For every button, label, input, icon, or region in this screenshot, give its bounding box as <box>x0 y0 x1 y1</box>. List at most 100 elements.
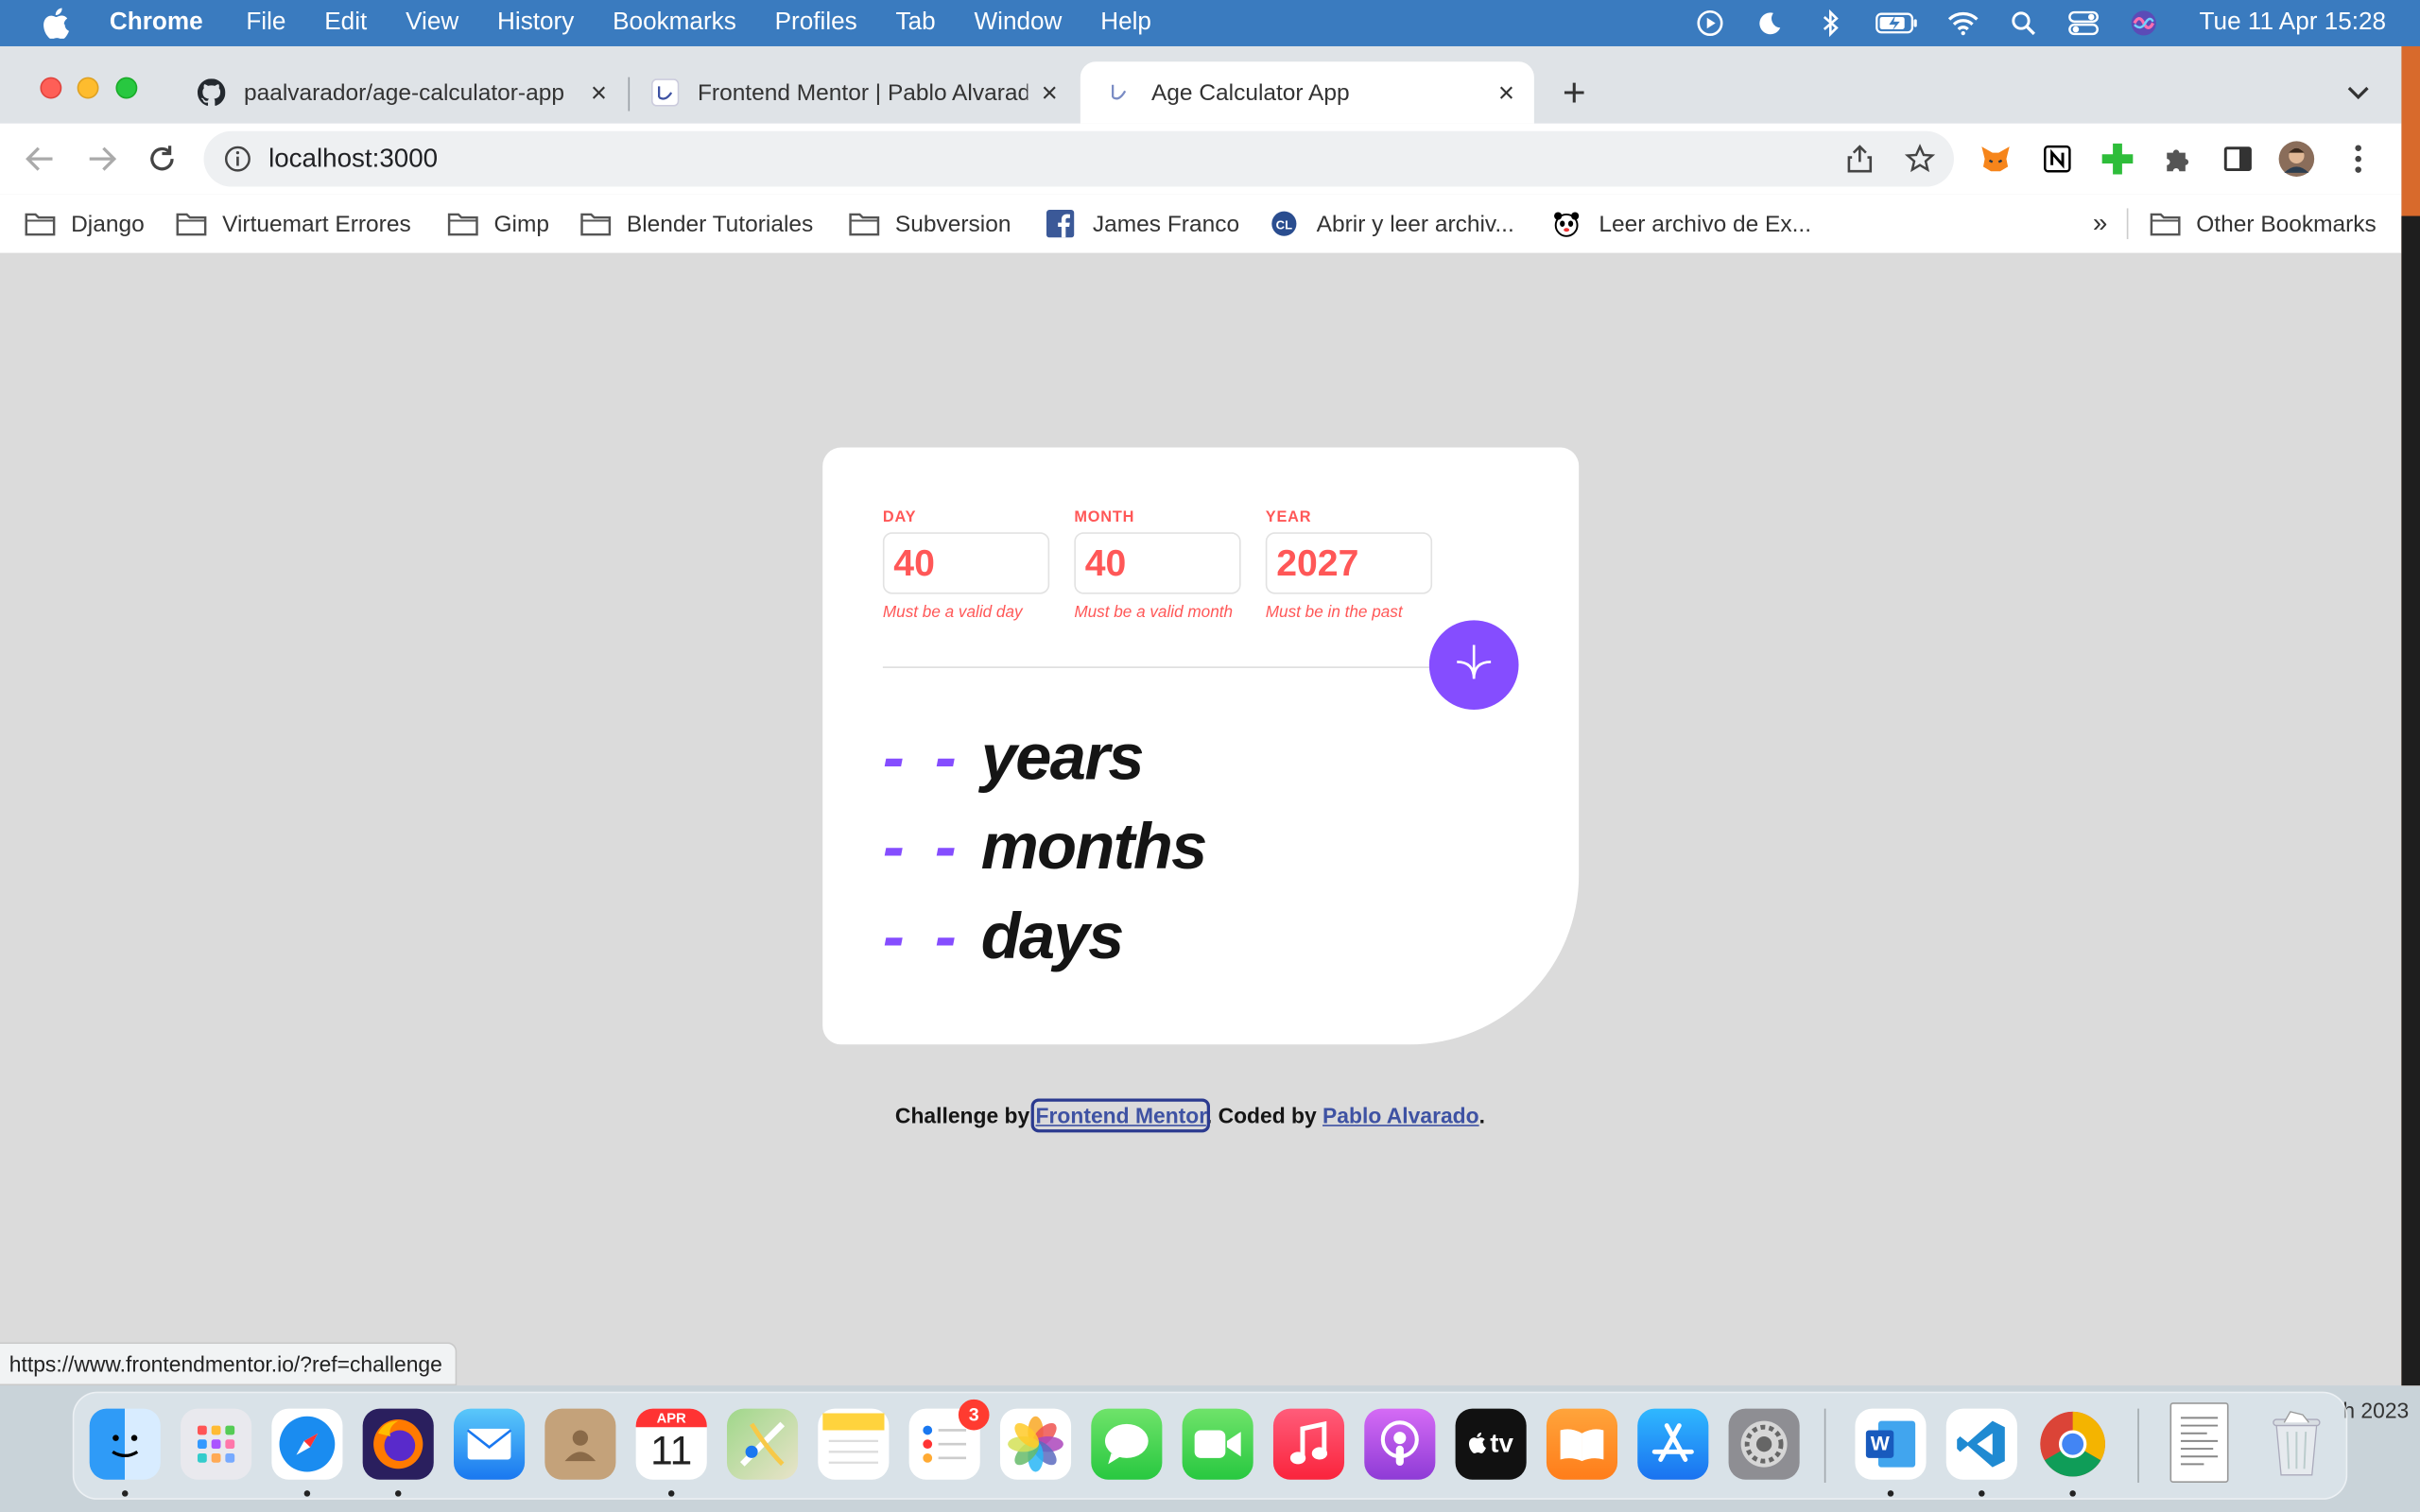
apple-logo-icon <box>1468 1431 1487 1457</box>
tab-github[interactable]: paalvarador/age-calculator-app × <box>182 61 627 123</box>
desktop-partial-text: h 2023 <box>2342 1398 2410 1423</box>
menu-window[interactable]: Window <box>974 9 1062 37</box>
bookmarks-divider <box>2126 208 2129 240</box>
menu-profiles[interactable]: Profiles <box>775 9 857 37</box>
menu-history[interactable]: History <box>497 9 574 37</box>
zoom-window-button[interactable] <box>115 77 138 99</box>
system-settings-icon[interactable] <box>1728 1408 1800 1480</box>
days-value: - - <box>882 899 963 972</box>
metamask-icon[interactable] <box>1977 141 2014 178</box>
wifi-icon[interactable] <box>1946 9 1980 37</box>
reminders-icon[interactable]: 3 <box>908 1399 990 1480</box>
menu-help[interactable]: Help <box>1100 9 1151 37</box>
menu-clock[interactable]: Tue 11 Apr 15:28 <box>2200 9 2387 37</box>
finder-icon[interactable] <box>89 1408 161 1480</box>
bookmark-leer-excel[interactable]: Leer archivo de Ex... <box>1552 207 1811 241</box>
month-input[interactable]: 40 <box>1074 532 1241 594</box>
tab-frontend-mentor[interactable]: Frontend Mentor | Pablo Alvarado × <box>632 61 1077 123</box>
bookmark-other-bookmarks[interactable]: Other Bookmarks <box>2150 207 2377 241</box>
music-icon[interactable] <box>1272 1408 1345 1480</box>
battery-icon[interactable] <box>1874 9 1920 37</box>
bookmark-star-icon[interactable] <box>1904 144 1936 175</box>
document-thumbnail[interactable] <box>2169 1402 2229 1483</box>
siri-icon[interactable] <box>2127 9 2161 37</box>
close-window-button[interactable] <box>40 77 62 99</box>
calculate-button[interactable] <box>1428 620 1519 711</box>
tab-search-chevron-icon[interactable] <box>2342 80 2374 105</box>
reminders-badge: 3 <box>958 1399 990 1431</box>
green-plus-extension-icon[interactable] <box>2099 141 2135 178</box>
launchpad-icon[interactable] <box>181 1408 252 1480</box>
spotlight-search-icon[interactable] <box>2006 9 2040 37</box>
calendar-icon[interactable]: APR 11 <box>635 1408 707 1480</box>
close-tab-icon[interactable]: × <box>1494 78 1518 106</box>
result-years: - - years <box>883 713 1145 802</box>
menu-bar: Chrome File Edit View History Bookmarks … <box>0 0 2420 46</box>
bookmarks-overflow-chevron[interactable]: » <box>2093 207 2107 241</box>
day-input[interactable]: 40 <box>882 532 1050 594</box>
share-icon[interactable] <box>1844 144 1876 175</box>
site-info-icon[interactable] <box>224 145 251 172</box>
minimize-window-button[interactable] <box>77 77 99 99</box>
status-bubble-url: https://www.frontendmentor.io/?ref=chall… <box>0 1342 457 1386</box>
menu-bookmarks[interactable]: Bookmarks <box>613 9 736 37</box>
dock-separator <box>1824 1408 1826 1483</box>
safari-icon[interactable] <box>271 1408 343 1480</box>
notes-icon[interactable] <box>818 1408 890 1480</box>
running-indicator <box>394 1490 402 1497</box>
menu-edit[interactable]: Edit <box>324 9 367 37</box>
extensions-puzzle-icon[interactable] <box>2159 141 2196 178</box>
contacts-icon[interactable] <box>544 1408 616 1480</box>
messages-icon[interactable] <box>1091 1408 1163 1480</box>
forward-arrow-icon[interactable] <box>83 141 120 178</box>
address-bar[interactable]: localhost:3000 <box>203 130 1954 187</box>
reload-icon[interactable] <box>144 141 181 178</box>
author-link[interactable]: Pablo Alvarado <box>1322 1103 1479 1127</box>
apple-tv-icon[interactable]: tv <box>1455 1408 1527 1480</box>
microsoft-word-icon[interactable]: W <box>1855 1408 1927 1480</box>
menu-view[interactable]: View <box>406 9 458 37</box>
frontend-mentor-link[interactable]: Frontend Mentor <box>1030 1098 1211 1133</box>
podcasts-icon[interactable] <box>1364 1408 1436 1480</box>
app-store-icon[interactable] <box>1637 1408 1709 1480</box>
day-label: DAY <box>882 508 917 526</box>
bookmark-virtuemart[interactable]: Virtuemart Errores <box>176 207 411 241</box>
trash-icon[interactable] <box>2261 1409 2332 1480</box>
firefox-icon[interactable] <box>362 1408 434 1480</box>
bookmark-abrir-leer[interactable]: CL Abrir y leer archiv... <box>1270 207 1514 241</box>
chrome-menu-kebab-icon[interactable] <box>2340 141 2377 178</box>
back-arrow-icon[interactable] <box>22 141 59 178</box>
tab-age-calculator[interactable]: Age Calculator App × <box>1080 61 1534 124</box>
books-icon[interactable] <box>1546 1408 1618 1480</box>
bookmark-subversion[interactable]: Subversion <box>849 207 1011 241</box>
focus-moon-icon[interactable] <box>1754 9 1788 37</box>
menu-app-name[interactable]: Chrome <box>110 9 203 37</box>
url-text[interactable]: localhost:3000 <box>268 144 438 175</box>
year-label: YEAR <box>1265 508 1312 526</box>
bookmark-django[interactable]: Django <box>25 207 145 241</box>
menu-tab[interactable]: Tab <box>896 9 936 37</box>
bookmark-james-franco[interactable]: James Franco <box>1046 207 1239 241</box>
vscode-icon[interactable] <box>1945 1408 2017 1480</box>
bookmark-blender[interactable]: Blender Tutoriales <box>580 207 813 241</box>
facetime-icon[interactable] <box>1182 1408 1253 1480</box>
chrome-icon[interactable] <box>2037 1409 2108 1480</box>
side-panel-icon[interactable] <box>2220 141 2256 178</box>
photos-icon[interactable] <box>999 1408 1072 1480</box>
close-tab-icon[interactable]: × <box>586 78 611 106</box>
mail-icon[interactable] <box>453 1408 526 1480</box>
control-center-icon[interactable] <box>2066 9 2100 37</box>
bluetooth-icon[interactable] <box>1813 9 1847 38</box>
close-tab-icon[interactable]: × <box>1037 78 1062 106</box>
bookmark-gimp[interactable]: Gimp <box>447 207 549 241</box>
notion-icon[interactable] <box>2039 141 2076 178</box>
apple-menu-icon[interactable] <box>39 7 73 41</box>
screen-recording-icon[interactable] <box>1693 9 1727 37</box>
days-unit: days <box>980 899 1124 972</box>
bookmark-label: James Franco <box>1092 210 1240 237</box>
menu-file[interactable]: File <box>246 9 285 37</box>
maps-icon[interactable] <box>726 1408 799 1480</box>
year-input[interactable]: 2027 <box>1265 532 1433 594</box>
profile-avatar[interactable] <box>2278 141 2315 178</box>
new-tab-button[interactable]: + <box>1556 73 1593 112</box>
